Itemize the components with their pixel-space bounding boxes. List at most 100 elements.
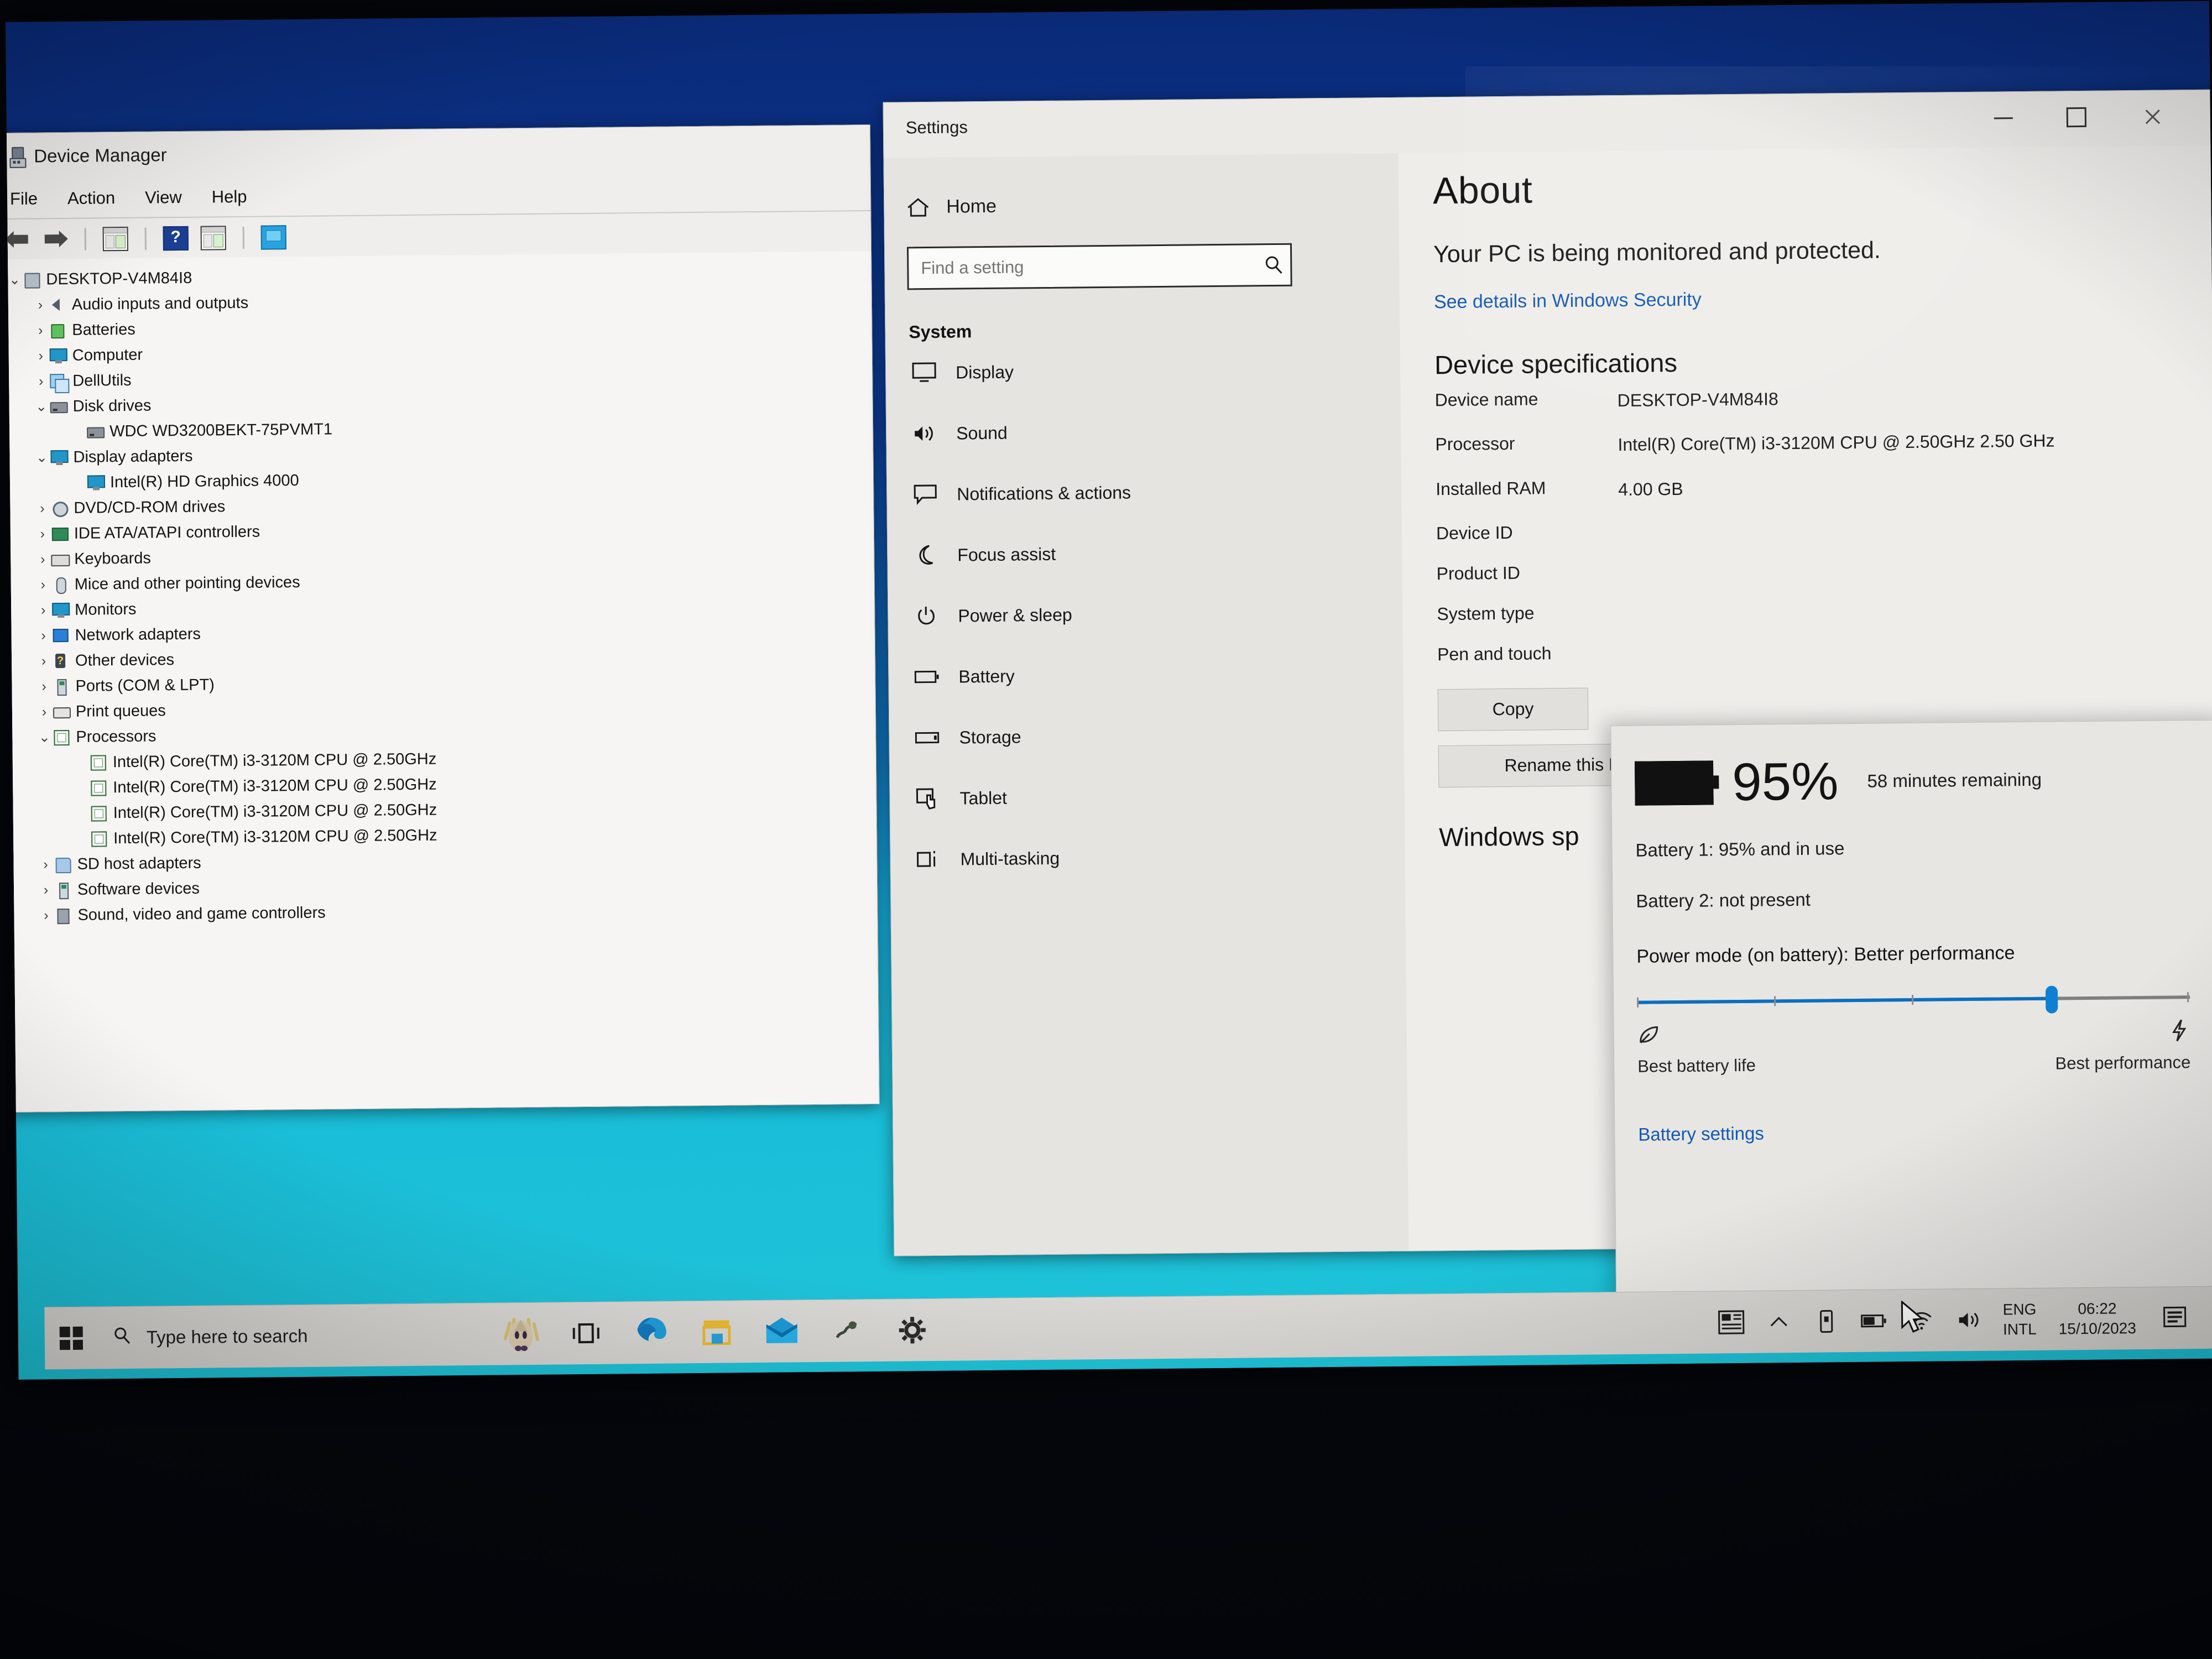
update-driver-icon[interactable] [200,226,226,251]
battery-settings-link[interactable]: Battery settings [1638,1118,2212,1145]
device-tree-item-label: Intel(R) Core(TM) i3-3120M CPU @ 2.50GHz [113,826,437,847]
spec-row: Pen and touch [1437,627,2212,675]
search-icon[interactable] [1257,254,1290,276]
sidebar-item-storage[interactable]: Storage [889,703,1404,769]
chevron-right-icon[interactable]: › [34,373,48,389]
slider-thumb[interactable] [2045,985,2058,1014]
device-tree-item-label: Intel(R) Core(TM) i3-3120M CPU @ 2.50GHz [112,750,437,771]
chevron-down-icon[interactable]: ⌄ [37,729,51,745]
battery-tray-icon[interactable] [1850,1290,1898,1352]
back-arrow-icon[interactable] [6,229,30,251]
system-tray[interactable]: ENG INTL 06:22 15/10/2023 [1707,1287,2212,1354]
slider-fill [1637,997,2052,1004]
onedrive-icon[interactable] [1802,1290,1850,1353]
power-mode-slider[interactable] [1637,984,2190,1014]
chevron-right-icon[interactable]: › [35,526,50,542]
help-icon[interactable] [163,226,189,251]
sidebar-item-home[interactable]: Home [906,192,1399,218]
chevron-right-icon[interactable]: › [33,322,48,338]
show-hidden-icons-icon[interactable] [1755,1291,1803,1353]
sidebar-item-tablet[interactable]: Tablet [890,764,1405,830]
settings-search-box[interactable] [906,243,1292,290]
sidebar-item-notifications-actions[interactable]: Notifications & actions [887,460,1402,525]
copy-button[interactable]: Copy [1437,687,1589,731]
battery-full-icon [1634,760,1714,806]
chevron-right-icon[interactable]: › [35,500,49,517]
maximize-icon[interactable] [2046,100,2107,135]
language-indicator[interactable]: ENG INTL [1993,1299,2047,1340]
forward-arrow-icon[interactable] [43,228,68,251]
edge-browser-icon[interactable] [618,1301,684,1364]
sidebar-item-sound[interactable]: Sound [886,399,1401,465]
battery-flyout[interactable]: 95% 58 minutes remaining Battery 1: 95% … [1610,719,2212,1313]
spec-row: Installed RAM 4.00 GB [1436,461,2212,513]
volume-icon[interactable] [1945,1289,1993,1352]
start-button[interactable] [45,1326,98,1350]
chevron-right-icon[interactable]: › [39,907,53,924]
spec-key: Device name [1434,389,1538,410]
protection-status-text: Your PC is being monitored and protected… [1433,237,1881,268]
settings-navigation-pane[interactable]: Home System DisplaySoundNotifications & … [884,153,1409,1256]
taskbar-search-box[interactable]: Type here to search [98,1322,488,1350]
home-icon [906,196,930,217]
photos-icon[interactable] [814,1300,880,1362]
chevron-right-icon[interactable]: › [36,577,50,593]
menu-file[interactable]: File [10,189,38,208]
chevron-right-icon[interactable]: › [36,653,51,669]
sidebar-item-multi-tasking[interactable]: Multi-tasking [890,825,1405,890]
chevron-right-icon[interactable]: › [36,628,51,644]
menu-help[interactable]: Help [212,187,247,207]
sound-controller-icon [53,907,72,925]
device-manager-window[interactable]: Device Manager File Action View Help ⌄ DE… [6,124,880,1113]
chevron-down-icon[interactable]: ⌄ [34,398,49,415]
device-tree-item-label: Intel(R) HD Graphics 4000 [109,471,299,491]
task-view-icon[interactable] [553,1302,619,1364]
unknown-device-icon [51,653,70,669]
ide-icon [50,525,69,542]
scan-hardware-icon[interactable] [260,225,286,250]
device-tree-item-label: Sound, video and game controllers [77,904,326,924]
microsoft-store-icon[interactable] [684,1301,749,1363]
menu-action[interactable]: Action [67,188,116,208]
chevron-right-icon[interactable]: › [38,857,53,873]
action-center-icon[interactable] [2148,1287,2201,1349]
clock-date: 15/10/2023 [2058,1319,2136,1338]
processor-icon [89,830,108,847]
chevron-right-icon[interactable]: › [37,704,51,720]
chevron-right-icon[interactable]: › [36,602,50,618]
device-tree-item-label: DESKTOP-V4M84I8 [46,269,192,288]
sidebar-item-display[interactable]: Display [886,338,1401,404]
device-tree-item-label: Disk drives [72,397,152,415]
settings-gear-icon[interactable] [879,1299,945,1361]
chevron-right-icon[interactable]: › [39,882,53,898]
properties-icon[interactable] [102,226,128,252]
device-tree-item-label: DellUtils [72,371,132,390]
chevron-right-icon[interactable]: › [33,297,48,313]
clock[interactable]: 06:22 15/10/2023 [2046,1298,2148,1340]
settings-nav-list[interactable]: Display Sound Notifications & actions Focus… [886,338,1405,890]
minimize-icon[interactable] [1973,101,2034,135]
search-input[interactable] [909,254,1258,279]
windows-security-link[interactable]: See details in Windows Security [1434,284,2212,314]
battery-2-status: Battery 2: not present [1636,889,1811,911]
news-and-interests-icon[interactable] [1707,1291,1755,1354]
cortana-hedgehog-icon[interactable] [488,1303,554,1365]
monitor-icon [48,347,67,364]
sidebar-item-label: Notifications & actions [957,482,1131,504]
device-tree[interactable]: ⌄ DESKTOP-V4M84I8 › Audio inputs and output… [6,251,879,1113]
slider-left-label: Best battery life [1637,1055,1756,1076]
language-line-1: ENG [2002,1300,2037,1318]
leaf-icon [1637,1026,1661,1048]
sidebar-item-battery[interactable]: Battery [889,642,1404,708]
menu-view[interactable]: View [145,187,182,208]
chevron-down-icon[interactable]: ⌄ [7,272,22,288]
chevron-right-icon[interactable]: › [36,679,51,695]
chevron-right-icon[interactable]: › [35,551,50,567]
sidebar-item-power-sleep[interactable]: Power & sleep [888,581,1403,647]
chevron-down-icon[interactable]: ⌄ [34,449,49,466]
mail-icon[interactable] [749,1300,815,1363]
chevron-right-icon[interactable]: › [34,348,48,364]
close-icon[interactable] [2122,99,2184,134]
sidebar-item-focus-assist[interactable]: Focus assist [888,520,1402,586]
sidebar-item-label: Battery [958,666,1015,687]
